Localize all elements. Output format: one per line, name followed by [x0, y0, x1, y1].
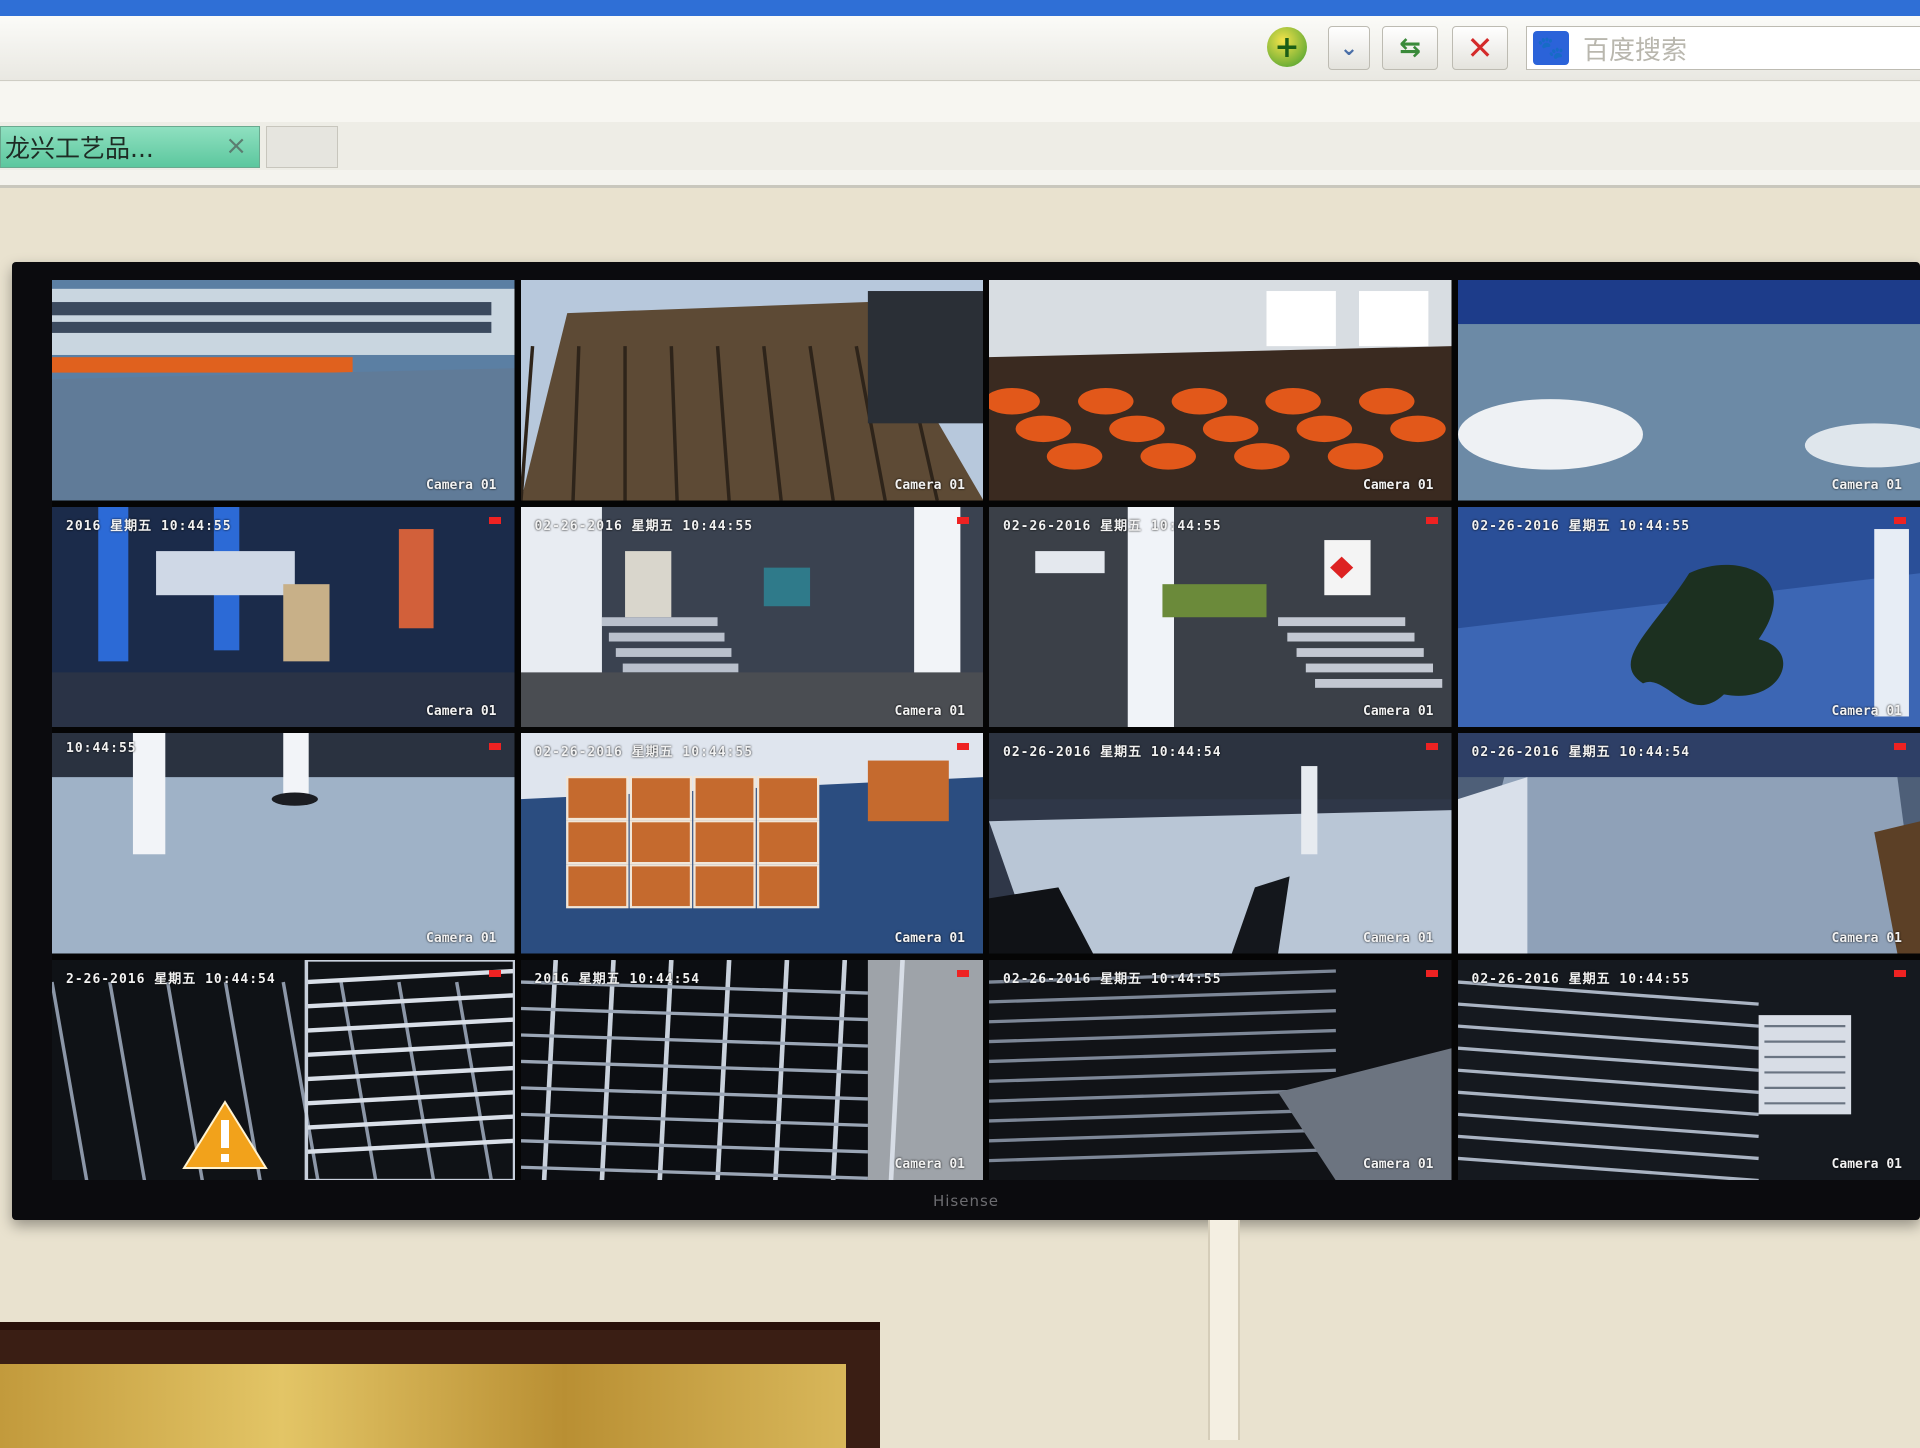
camera-label: Camera 01	[1363, 931, 1433, 946]
camera-label: Camera 01	[1832, 704, 1902, 719]
camera-timestamp: 10:44:55	[66, 741, 137, 756]
refresh-button[interactable]: ⇆	[1382, 26, 1438, 70]
camera-feed-image	[52, 507, 515, 728]
camera-tile[interactable]: 02-26-2016 星期五 10:44:55 Camera 01	[1458, 960, 1920, 1181]
camera-label: Camera 01	[1363, 1157, 1433, 1172]
add-favorite-button[interactable]: +	[1262, 26, 1312, 68]
camera-feed-image	[521, 960, 984, 1181]
camera-label: Camera 01	[426, 478, 496, 493]
tab-active[interactable]: 龙兴工艺品... ×	[0, 126, 260, 168]
camera-feed-image	[1458, 960, 1920, 1181]
new-tab-button[interactable]	[266, 126, 338, 168]
camera-tile[interactable]: 2016 星期五 10:44:54 Camera 01	[521, 960, 984, 1181]
recording-indicator	[1894, 743, 1906, 750]
camera-tile[interactable]: Camera 01	[521, 280, 984, 501]
camera-feed-image	[52, 960, 515, 1181]
search-placeholder: 百度搜索	[1583, 30, 1687, 67]
refresh-icon: ⇆	[1399, 33, 1421, 63]
tab-label: 龙兴工艺品...	[5, 129, 154, 165]
recording-indicator	[1426, 970, 1438, 977]
camera-label: Camera 01	[1363, 478, 1433, 493]
camera-feed-image	[989, 960, 1452, 1181]
camera-timestamp: 02-26-2016 星期五 10:44:55	[1003, 968, 1222, 987]
tv-monitor: Camera 01Camera 01Camera 01Camera 012016…	[12, 262, 1920, 1220]
recording-indicator	[1426, 743, 1438, 750]
browser-toolbar: + ⌄ ⇆ ✕ 🐾 百度搜索	[0, 16, 1920, 81]
address-dropdown-button[interactable]: ⌄	[1328, 26, 1370, 70]
camera-tile[interactable]: 2016 星期五 10:44:55 Camera 01	[52, 507, 515, 728]
camera-timestamp: 02-26-2016 星期五 10:44:55	[1472, 968, 1691, 987]
recording-indicator	[489, 970, 501, 977]
recording-indicator	[957, 743, 969, 750]
recording-indicator	[1894, 970, 1906, 977]
close-icon: ✕	[1467, 29, 1494, 67]
tab-close-icon[interactable]: ×	[225, 131, 247, 161]
camera-label: Camera 01	[1832, 1157, 1902, 1172]
camera-timestamp: 2016 星期五 10:44:54	[535, 968, 701, 987]
recording-indicator	[957, 517, 969, 524]
camera-label: Camera 01	[895, 1157, 965, 1172]
camera-tile[interactable]: 02-26-2016 星期五 10:44:54 Camera 01	[989, 733, 1452, 954]
chevron-down-icon: ⌄	[1340, 36, 1358, 61]
camera-label: Camera 01	[895, 931, 965, 946]
camera-feed-image	[1458, 507, 1920, 728]
add-icon: +	[1267, 27, 1307, 67]
title-bar	[0, 0, 1920, 16]
cctv-grid: Camera 01Camera 01Camera 01Camera 012016…	[52, 280, 1920, 1180]
picture-frame-gilt	[0, 1364, 846, 1448]
warning-icon	[182, 1100, 268, 1170]
camera-label: Camera 01	[1832, 478, 1902, 493]
camera-tile[interactable]: 02-26-2016 星期五 10:44:54 Camera 01	[1458, 733, 1920, 954]
camera-feed-image	[989, 733, 1452, 954]
camera-tile[interactable]: 02-26-2016 星期五 10:44:55 Camera 01	[989, 507, 1452, 728]
camera-feed-image	[521, 733, 984, 954]
camera-tile[interactable]: Camera 01	[989, 280, 1452, 501]
camera-tile[interactable]: Camera 01	[52, 280, 515, 501]
tab-strip: 龙兴工艺品... ×	[0, 122, 1920, 170]
camera-feed-image	[521, 280, 984, 501]
camera-timestamp: 02-26-2016 星期五 10:44:54	[1472, 741, 1691, 760]
camera-tile[interactable]: 02-26-2016 星期五 10:44:55 Camera 01	[989, 960, 1452, 1181]
camera-tile[interactable]: 02-26-2016 星期五 10:44:55 Camera 01	[521, 733, 984, 954]
camera-feed-image	[989, 507, 1452, 728]
camera-tile[interactable]: 02-26-2016 星期五 10:44:55 Camera 01	[1458, 507, 1920, 728]
camera-timestamp: 2016 星期五 10:44:55	[66, 515, 232, 534]
camera-tile[interactable]: 10:44:55 Camera 01	[52, 733, 515, 954]
camera-tile[interactable]: Camera 01	[1458, 280, 1920, 501]
recording-indicator	[489, 517, 501, 524]
camera-label: Camera 01	[895, 478, 965, 493]
recording-indicator	[489, 743, 501, 750]
recording-indicator	[1426, 517, 1438, 524]
camera-timestamp: 02-26-2016 星期五 10:44:54	[1003, 741, 1222, 760]
camera-timestamp: 02-26-2016 星期五 10:44:55	[535, 741, 754, 760]
monitor-brand: Hisense	[12, 1192, 1920, 1210]
camera-label: Camera 01	[426, 931, 496, 946]
camera-feed-image	[1458, 280, 1920, 501]
favorites-bar	[0, 82, 1920, 123]
search-input[interactable]: 🐾 百度搜索	[1526, 26, 1920, 70]
camera-timestamp: 02-26-2016 星期五 10:44:55	[1003, 515, 1222, 534]
browser-window: + ⌄ ⇆ ✕ 🐾 百度搜索 龙兴工艺品... ×	[0, 0, 1920, 188]
picture-frame	[0, 1322, 880, 1448]
camera-feed-image	[52, 280, 515, 501]
camera-timestamp: 02-26-2016 星期五 10:44:55	[535, 515, 754, 534]
camera-label: Camera 01	[895, 704, 965, 719]
baidu-paw-icon: 🐾	[1533, 31, 1569, 65]
camera-label: Camera 01	[426, 704, 496, 719]
camera-tile[interactable]: 02-26-2016 星期五 10:44:55 Camera 01	[521, 507, 984, 728]
camera-feed-image	[521, 507, 984, 728]
camera-tile[interactable]: 2-26-2016 星期五 10:44:54	[52, 960, 515, 1181]
recording-indicator	[957, 970, 969, 977]
camera-label: Camera 01	[1363, 704, 1433, 719]
camera-timestamp: 02-26-2016 星期五 10:44:55	[1472, 515, 1691, 534]
wall-conduit	[1208, 1220, 1240, 1440]
camera-feed-image	[989, 280, 1452, 501]
stop-button[interactable]: ✕	[1452, 26, 1508, 70]
camera-feed-image	[1458, 733, 1920, 954]
camera-label: Camera 01	[1832, 931, 1902, 946]
camera-feed-image	[52, 733, 515, 954]
recording-indicator	[1894, 517, 1906, 524]
camera-timestamp: 2-26-2016 星期五 10:44:54	[66, 968, 276, 987]
